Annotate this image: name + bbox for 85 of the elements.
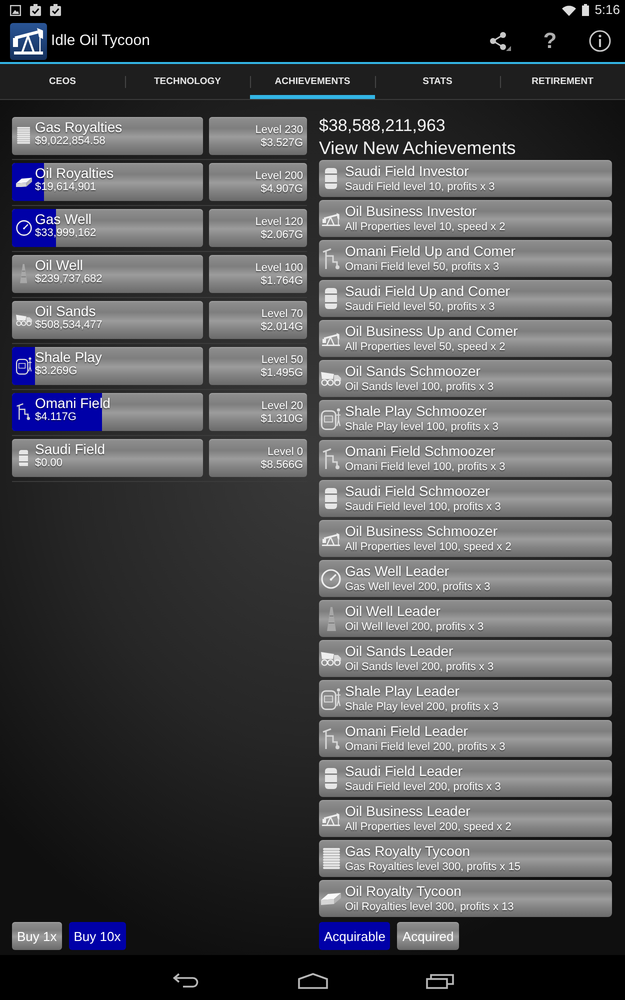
battery-icon	[582, 4, 589, 16]
coin-stack-icon	[16, 127, 30, 145]
dump-truck-icon	[16, 314, 32, 326]
achievement-item[interactable]: Oil Business Investor All Properties level 10, speed x 2	[319, 200, 612, 237]
derrick-icon	[326, 606, 336, 630]
picture-icon	[10, 4, 21, 16]
info-icon[interactable]	[589, 30, 611, 52]
home-icon[interactable]	[298, 972, 328, 988]
balance-amount: $38,588,211,963	[319, 115, 446, 137]
pumpjack-icon	[322, 812, 340, 826]
pipeline-icon	[322, 248, 340, 270]
coin-stack-icon	[322, 848, 340, 870]
pumpjack-logo-icon	[10, 22, 47, 60]
app-title: Idle Oil Tycoon	[51, 32, 150, 50]
upgrade-button[interactable]: Level 20 $1.310G	[209, 393, 307, 431]
achievement-item[interactable]: Omani Field Leader Omani Field level 200, profits x 3	[319, 720, 612, 757]
tank-icon	[321, 688, 341, 710]
property-button[interactable]: Omani Field $4.117G	[12, 393, 203, 431]
achievement-item[interactable]: Gas Royalty Tycoon Gas Royalties level 300, profits x 15	[319, 840, 612, 877]
tab[interactable]: STATS	[375, 64, 500, 99]
property-button[interactable]: Oil Well $239,737,682	[12, 255, 203, 293]
barrel-icon	[325, 768, 337, 789]
share-icon[interactable]	[489, 31, 511, 51]
achievement-item[interactable]: Oil Sands Schmoozer Oil Sands level 100, profits x 3	[319, 360, 612, 397]
achievement-item[interactable]: Omani Field Up and Comer Omani Field level 50, profits x 3	[319, 240, 612, 277]
gauge-icon	[321, 568, 341, 588]
tab[interactable]: CEOS	[0, 64, 125, 99]
filter-button[interactable]: Acquired	[397, 922, 459, 950]
dump-truck-icon	[321, 651, 341, 666]
upgrade-button[interactable]: Level 230 $3.527G	[209, 117, 307, 155]
pipeline-icon	[322, 448, 340, 470]
achievement-item[interactable]: Saudi Field Investor Saudi Field level 10, profits x 3	[319, 160, 612, 197]
achievement-item[interactable]: Shale Play Schmoozer Shale Play level 100, profits x 3	[319, 400, 612, 437]
barrel-icon	[325, 488, 337, 509]
ingot-icon	[321, 892, 341, 905]
clipboard-check-icon	[50, 4, 61, 16]
dump-truck-icon	[321, 371, 341, 386]
buy-amount-button[interactable]: Buy 1x	[12, 922, 62, 950]
property-button[interactable]: Saudi Field $0.00	[12, 439, 203, 477]
achievement-item[interactable]: Oil Business Up and Comer All Properties level 50, speed x 2	[319, 320, 612, 357]
property-button[interactable]: Gas Royalties $9,022,854.58	[12, 117, 203, 155]
derrick-icon	[20, 264, 28, 284]
upgrade-button[interactable]: Level 0 $8.566G	[209, 439, 307, 477]
upgrade-button[interactable]: Level 70 $2.014G	[209, 301, 307, 339]
gauge-icon	[16, 220, 32, 236]
barrel-icon	[325, 288, 337, 309]
tank-icon	[16, 357, 32, 375]
barrel-icon	[325, 168, 337, 189]
achievement-item[interactable]: Saudi Field Leader Saudi Field level 200, profits x 3	[319, 760, 612, 797]
pipeline-icon	[322, 728, 340, 750]
achievements-heading: View New Achievements	[319, 137, 517, 159]
tab[interactable]: TECHNOLOGY	[125, 64, 250, 99]
achievement-item[interactable]: Omani Field Schmoozer Omani Field level 100, profits x 3	[319, 440, 612, 477]
tab[interactable]: ACHIEVEMENTS	[250, 64, 375, 99]
tank-icon	[321, 408, 341, 430]
achievement-item[interactable]: Oil Sands Leader Oil Sands level 200, profits x 3	[319, 640, 612, 677]
pumpjack-icon	[322, 212, 340, 226]
achievement-item[interactable]: Saudi Field Up and Comer Saudi Field level 50, profits x 3	[319, 280, 612, 317]
pipeline-icon	[16, 403, 31, 421]
achievement-item[interactable]: Oil Well Leader Oil Well level 200, profits x 3	[319, 600, 612, 637]
clipboard-check-icon	[30, 4, 41, 16]
help-button[interactable]: ?	[543, 29, 557, 53]
upgrade-button[interactable]: Level 200 $4.907G	[209, 163, 307, 201]
achievement-item[interactable]: Gas Well Leader Gas Well level 200, profits x 3	[319, 560, 612, 597]
property-button[interactable]: Oil Sands $508,534,477	[12, 301, 203, 339]
buy-amount-button[interactable]: Buy 10x	[68, 922, 126, 950]
ingot-icon	[16, 176, 32, 188]
wifi-icon	[562, 4, 576, 16]
filter-button[interactable]: Acquirable	[319, 922, 390, 950]
tab[interactable]: RETIREMENT	[500, 64, 625, 99]
status-time: 5:16	[594, 2, 620, 18]
back-icon[interactable]	[172, 973, 198, 988]
barrel-icon	[18, 450, 28, 466]
achievement-item[interactable]: Shale Play Leader Shale Play level 200, profits x 3	[319, 680, 612, 717]
upgrade-button[interactable]: Level 100 $1.764G	[209, 255, 307, 293]
recent-apps-icon[interactable]	[426, 972, 454, 988]
upgrade-button[interactable]: Level 50 $1.495G	[209, 347, 307, 385]
pumpjack-icon	[322, 332, 340, 346]
achievement-item[interactable]: Oil Business Schmoozer All Properties level 100, speed x 2	[319, 520, 612, 557]
pumpjack-icon	[322, 532, 340, 546]
achievement-item[interactable]: Oil Business Leader All Properties level 200, speed x 2	[319, 800, 612, 837]
achievement-item[interactable]: Oil Royalty Tycoon Oil Royalties level 300, profits x 13	[319, 880, 612, 917]
property-button[interactable]: Shale Play $3.269G	[12, 347, 203, 385]
achievement-item[interactable]: Saudi Field Schmoozer Saudi Field level 100, profits x 3	[319, 480, 612, 517]
upgrade-button[interactable]: Level 120 $2.067G	[209, 209, 307, 247]
